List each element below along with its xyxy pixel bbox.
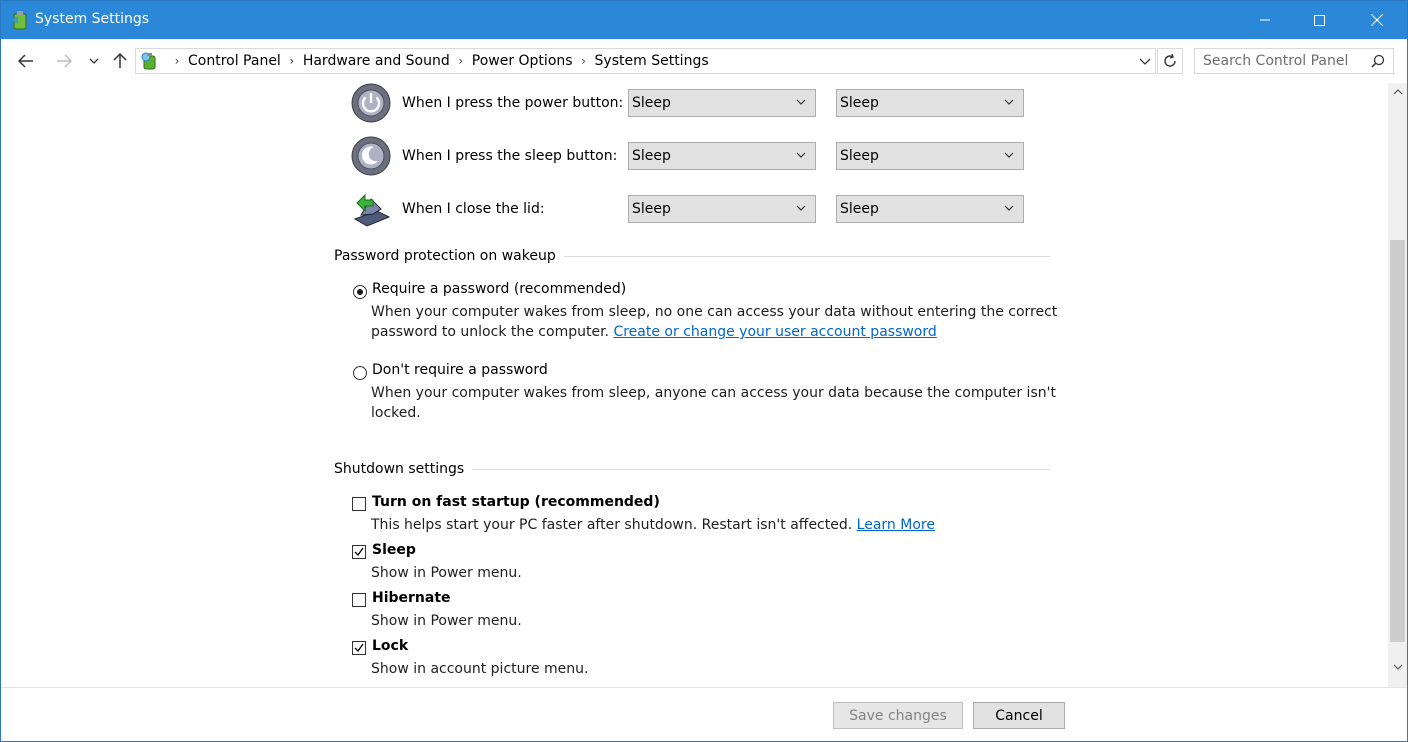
require-password-desc-line1: When your computer wakes from sleep, no … (371, 304, 1058, 320)
recent-locations-button[interactable] (82, 49, 106, 73)
chevron-down-icon (796, 152, 806, 158)
sleep-label[interactable]: Sleep (372, 542, 416, 558)
system-settings-window: System Settings › Control Panel › Hardwa… (0, 0, 1408, 742)
chevron-down-icon (89, 58, 99, 64)
sleep-button-icon (351, 136, 391, 176)
chevron-down-icon (1004, 99, 1014, 105)
require-password-radio[interactable] (353, 285, 367, 299)
back-arrow-icon (18, 54, 33, 68)
hibernate-checkbox[interactable] (352, 593, 366, 607)
select-value: Sleep (840, 95, 879, 111)
minimize-icon (1260, 19, 1270, 21)
require-password-desc-text: password to unlock the computer. (371, 324, 609, 340)
lock-desc: Show in account picture menu. (371, 661, 589, 677)
require-password-desc-line2: password to unlock the computer. Create … (371, 322, 937, 342)
cancel-button[interactable]: Cancel (973, 702, 1065, 729)
close-icon (1371, 14, 1383, 26)
window-title: System Settings (35, 11, 150, 27)
chevron-up-icon (1393, 88, 1402, 94)
chevron-down-icon (1004, 205, 1014, 211)
close-lid-on-battery-select[interactable]: Sleep (628, 195, 816, 223)
fast-startup-label[interactable]: Turn on fast startup (recommended) (372, 494, 660, 510)
address-row: › Control Panel › Hardware and Sound › P… (1, 39, 1407, 83)
address-bar[interactable]: › Control Panel › Hardware and Sound › P… (135, 48, 1156, 74)
chevron-down-icon (1393, 664, 1402, 670)
learn-more-link[interactable]: Learn More (857, 517, 935, 533)
control-panel-icon (139, 51, 159, 71)
up-button[interactable] (108, 49, 132, 73)
maximize-button[interactable] (1296, 1, 1342, 39)
checkmark-icon (354, 643, 364, 653)
back-button[interactable] (14, 49, 38, 73)
breadcrumb-control-panel[interactable]: Control Panel (188, 53, 281, 69)
fast-startup-desc: This helps start your PC faster after sh… (371, 515, 935, 535)
select-value: Sleep (632, 201, 671, 217)
close-lid-label: When I close the lid: (402, 201, 545, 217)
power-options-app-icon (11, 10, 29, 30)
hibernate-desc: Show in Power menu. (371, 613, 522, 629)
checkmark-icon (354, 547, 364, 557)
change-password-link[interactable]: Create or change your user account passw… (613, 324, 936, 340)
up-arrow-icon (113, 53, 127, 68)
close-window-button[interactable] (1354, 1, 1400, 39)
breadcrumb-power-options[interactable]: Power Options (472, 53, 573, 69)
breadcrumb: › Control Panel › Hardware and Sound › P… (166, 52, 709, 70)
sleep-desc: Show in Power menu. (371, 565, 522, 581)
lock-label[interactable]: Lock (372, 638, 408, 654)
power-button-plugged-in-select[interactable]: Sleep (836, 89, 1024, 117)
close-lid-plugged-in-select[interactable]: Sleep (836, 195, 1024, 223)
power-button-label: When I press the power button: (402, 95, 624, 111)
lock-checkbox[interactable] (352, 641, 366, 655)
vertical-scrollbar[interactable] (1388, 83, 1407, 687)
fast-startup-desc-text: This helps start your PC faster after sh… (371, 517, 853, 533)
sleep-button-plugged-in-select[interactable]: Sleep (836, 142, 1024, 170)
chevron-down-icon (1139, 58, 1151, 65)
select-value: Sleep (632, 148, 671, 164)
require-password-label[interactable]: Require a password (recommended) (372, 281, 626, 297)
search-icon[interactable] (1371, 54, 1385, 68)
address-dropdown-button[interactable] (1137, 53, 1153, 69)
dont-require-password-radio[interactable] (353, 366, 367, 380)
sleep-button-label: When I press the sleep button: (402, 148, 618, 164)
select-value: Sleep (632, 95, 671, 111)
scroll-up-button[interactable] (1388, 83, 1407, 100)
maximize-icon (1313, 14, 1325, 26)
breadcrumb-system-settings[interactable]: System Settings (595, 53, 709, 69)
chevron-down-icon (796, 99, 806, 105)
scroll-down-button[interactable] (1388, 658, 1407, 675)
chevron-down-icon (1004, 152, 1014, 158)
search-box (1194, 48, 1394, 74)
sleep-checkbox[interactable] (352, 545, 366, 559)
hibernate-label[interactable]: Hibernate (372, 590, 451, 606)
power-button-icon (351, 83, 391, 123)
power-button-on-battery-select[interactable]: Sleep (628, 89, 816, 117)
breadcrumb-separator-icon[interactable]: › (450, 54, 472, 68)
select-value: Sleep (840, 148, 879, 164)
shutdown-group-title: Shutdown settings (334, 461, 473, 477)
title-bar: System Settings (1, 1, 1407, 39)
laptop-lid-icon (351, 189, 391, 229)
breadcrumb-separator-icon[interactable]: › (166, 54, 188, 68)
forward-button[interactable] (52, 49, 76, 73)
scrollbar-thumb[interactable] (1390, 240, 1405, 642)
breadcrumb-separator-icon[interactable]: › (573, 54, 595, 68)
footer-bar: Save changes Cancel (1, 687, 1407, 741)
save-changes-button[interactable]: Save changes (833, 702, 963, 729)
sleep-button-on-battery-select[interactable]: Sleep (628, 142, 816, 170)
refresh-icon (1164, 53, 1176, 67)
chevron-down-icon (796, 205, 806, 211)
search-input[interactable] (1203, 51, 1363, 71)
forward-arrow-icon (57, 54, 72, 68)
breadcrumb-hardware-and-sound[interactable]: Hardware and Sound (303, 53, 450, 69)
settings-content: When I press the power button: Sleep Sle… (1, 83, 1387, 687)
minimize-button[interactable] (1242, 1, 1288, 39)
dont-require-password-desc-line2: locked. (371, 405, 421, 421)
fast-startup-checkbox[interactable] (352, 497, 366, 511)
refresh-button[interactable] (1157, 48, 1183, 74)
select-value: Sleep (840, 201, 879, 217)
breadcrumb-separator-icon[interactable]: › (281, 54, 303, 68)
password-group-title: Password protection on wakeup (334, 248, 564, 264)
dont-require-password-label[interactable]: Don't require a password (372, 362, 548, 378)
dont-require-password-desc-line1: When your computer wakes from sleep, any… (371, 385, 1056, 401)
